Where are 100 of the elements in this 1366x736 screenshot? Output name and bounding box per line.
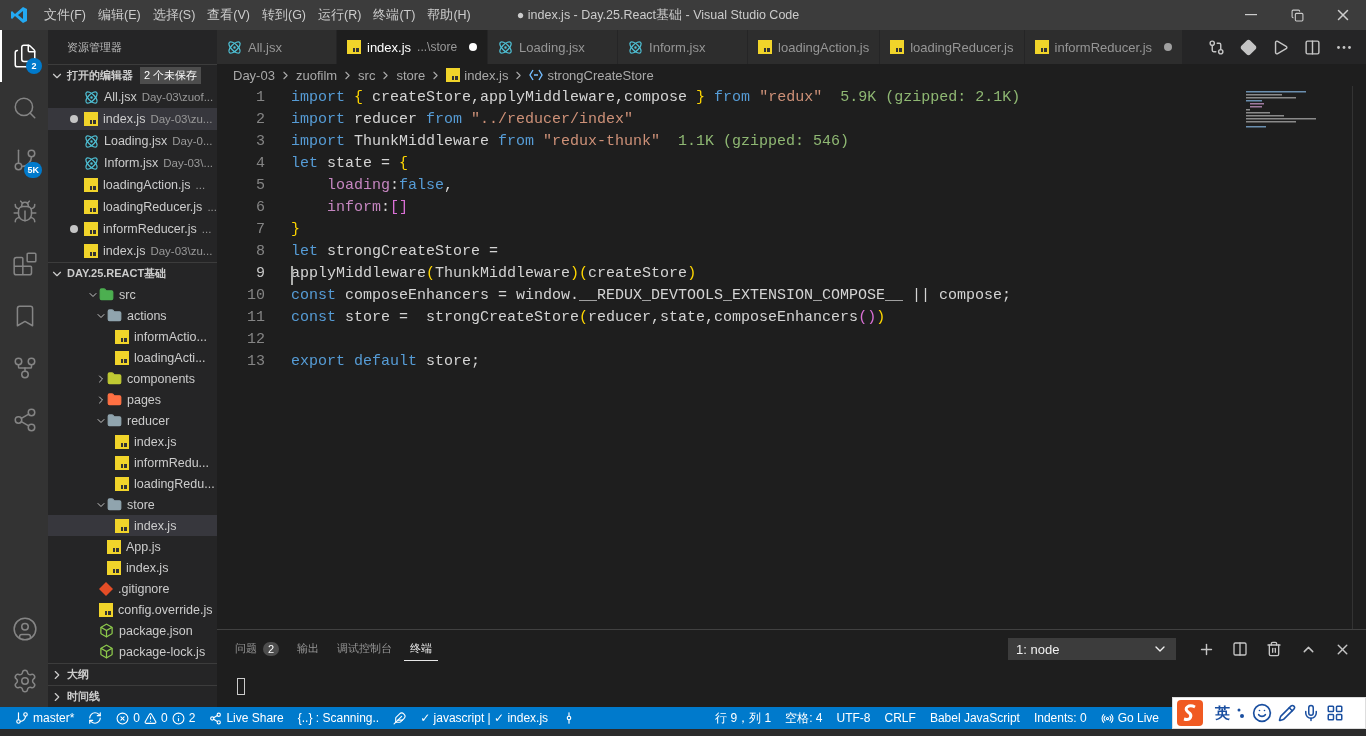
breadcrumb-item[interactable]: src <box>358 67 376 83</box>
tree-item[interactable]: package.json <box>48 620 217 641</box>
atom-icon <box>498 39 514 55</box>
branch-status[interactable]: master* <box>8 711 82 725</box>
status-item[interactable]: UTF-8 <box>829 711 878 725</box>
editor-tab[interactable]: All.jsx <box>217 30 337 64</box>
line-number: 13 <box>246 352 265 370</box>
editor-tab[interactable]: index.js ...\store <box>337 30 489 64</box>
status-item[interactable]: Babel JavaScript <box>922 711 1027 725</box>
tree-item[interactable]: informRedu... <box>48 452 217 473</box>
breadcrumb-item[interactable]: Day-03 <box>233 67 275 83</box>
editor-tab[interactable]: Loading.jsx <box>488 30 619 64</box>
ime-mode[interactable]: 英 <box>1215 703 1230 723</box>
tree-item[interactable]: informActio... <box>48 326 217 347</box>
text-cursor <box>291 265 293 285</box>
panel-tab[interactable]: 终端 <box>404 637 439 661</box>
editor-tab[interactable]: Inform.jsx <box>618 30 749 64</box>
section-header[interactable]: DAY.25.REACT基础 <box>48 262 217 284</box>
breadcrumb-item[interactable]: index.js <box>464 67 509 83</box>
feather-icon <box>393 711 407 725</box>
editor-tab[interactable]: loadingReducer.js <box>880 30 1025 64</box>
tree-item[interactable]: actions <box>48 305 217 326</box>
panel-tab[interactable]: 输出 <box>291 637 326 661</box>
code-line: loading:false, <box>326 176 454 194</box>
open-editor-item[interactable]: loadingReducer.js ... <box>48 196 217 218</box>
compare-icon <box>1207 38 1225 56</box>
code-line: import reducer from "../reducer/index" <box>291 110 634 128</box>
open-editor-item[interactable]: loadingAction.js ... <box>48 174 217 196</box>
breadcrumb-item[interactable]: zuofilm <box>295 67 338 83</box>
section-header[interactable]: 大纲 <box>48 663 217 685</box>
minimize-icon <box>1245 14 1257 16</box>
open-editor-item[interactable]: informReducer.js ... <box>48 218 217 240</box>
js-file-icon <box>99 602 113 617</box>
fork-icon <box>12 355 38 381</box>
punctuation-icon[interactable] <box>1236 706 1246 720</box>
menu-item[interactable]: 转到(G) <box>256 0 313 30</box>
panel-tab[interactable]: 调试控制台 <box>331 637 399 661</box>
status-item[interactable]: Indents: 0 <box>1026 711 1094 725</box>
atom-icon <box>84 89 99 105</box>
js-file-icon <box>446 68 461 82</box>
js-file-icon <box>107 539 121 554</box>
menu-item[interactable]: 查看(V) <box>201 0 256 30</box>
open-editor-item[interactable]: All.jsx Day-03\zuof... <box>48 86 217 108</box>
status-item[interactable]: 行 9，列 1 <box>708 709 779 727</box>
tree-item[interactable]: loadingActi... <box>48 347 217 368</box>
terminal-select[interactable]: 1: node <box>1008 638 1176 660</box>
atom-icon <box>628 39 644 55</box>
tree-item[interactable]: .gitignore <box>48 578 217 599</box>
tree-item[interactable]: index.js <box>48 557 217 578</box>
source-control-button[interactable]: 5K <box>0 134 48 186</box>
line-number: 7 <box>255 220 265 238</box>
menu-item[interactable]: 编辑(E) <box>91 0 147 30</box>
js-file-icon <box>84 200 98 214</box>
scanning-status[interactable]: {..} : Scanning.. <box>290 711 387 725</box>
editor-tab[interactable]: informReducer.js <box>1024 30 1184 64</box>
tree-item[interactable]: config.override.js <box>48 599 217 620</box>
editor-tab[interactable]: loadingAction.js <box>748 30 881 64</box>
status-item[interactable]: 空格: 4 <box>778 709 830 727</box>
open-editor-item[interactable]: Loading.jsx Day-0... <box>48 130 217 152</box>
menu-item[interactable]: 终端(T) <box>367 0 422 30</box>
tree-item[interactable]: loadingRedu... <box>48 473 217 494</box>
menu-item[interactable]: 帮助(H) <box>421 0 477 30</box>
folder-icon <box>107 308 122 323</box>
tree-item[interactable]: store <box>48 494 217 515</box>
tree-item[interactable]: src <box>48 284 217 305</box>
section-header[interactable]: 打开的编辑器 2 个未保存 <box>48 64 217 86</box>
atom-icon <box>84 155 99 171</box>
pencil-icon[interactable] <box>1278 704 1296 722</box>
line-number: 11 <box>246 308 265 326</box>
problems-status[interactable]: 0 0 2 <box>109 711 203 725</box>
live-share-status[interactable]: Live Share <box>202 711 291 725</box>
breadcrumb-item[interactable]: strongCreateStore <box>547 67 654 83</box>
smile-icon[interactable] <box>1252 703 1272 723</box>
tree-item[interactable]: package-lock.js <box>48 641 217 662</box>
code-line: let strongCreateStore = <box>291 242 499 260</box>
tree-item[interactable]: App.js <box>48 536 217 557</box>
open-editor-item[interactable]: Inform.jsx Day-03\... <box>48 152 217 174</box>
unsaved-dot <box>70 115 78 123</box>
panel-tab[interactable]: 问题 2 <box>229 637 286 661</box>
menu-item[interactable]: 运行(R) <box>312 0 368 30</box>
menu-item[interactable]: 选择(S) <box>146 0 202 30</box>
open-editor-item[interactable]: index.js Day-03\zu... <box>48 108 217 130</box>
open-editor-item[interactable]: index.js Day-03\zu... <box>48 240 217 262</box>
line-number: 9 <box>255 264 265 282</box>
language-status[interactable]: ✓ javascript | ✓ index.js <box>413 711 556 725</box>
unsaved-dot <box>1164 43 1173 51</box>
go-live-status[interactable]: Go Live <box>1093 711 1166 725</box>
grid-icon[interactable] <box>1326 704 1344 722</box>
tree-item[interactable]: components <box>48 368 217 389</box>
tree-item[interactable]: index.js <box>48 431 217 452</box>
menu-item[interactable]: 文件(F) <box>38 0 92 30</box>
microphone-icon[interactable] <box>1302 704 1320 722</box>
tree-item[interactable]: pages <box>48 389 217 410</box>
blocks-icon <box>12 251 38 277</box>
breadcrumb-item[interactable]: store <box>396 67 426 83</box>
status-item[interactable]: CRLF <box>877 711 923 725</box>
tree-item[interactable]: index.js <box>48 515 217 536</box>
line-number: 5 <box>255 176 265 194</box>
js-file-icon <box>84 112 98 126</box>
tree-item[interactable]: reducer <box>48 410 217 431</box>
